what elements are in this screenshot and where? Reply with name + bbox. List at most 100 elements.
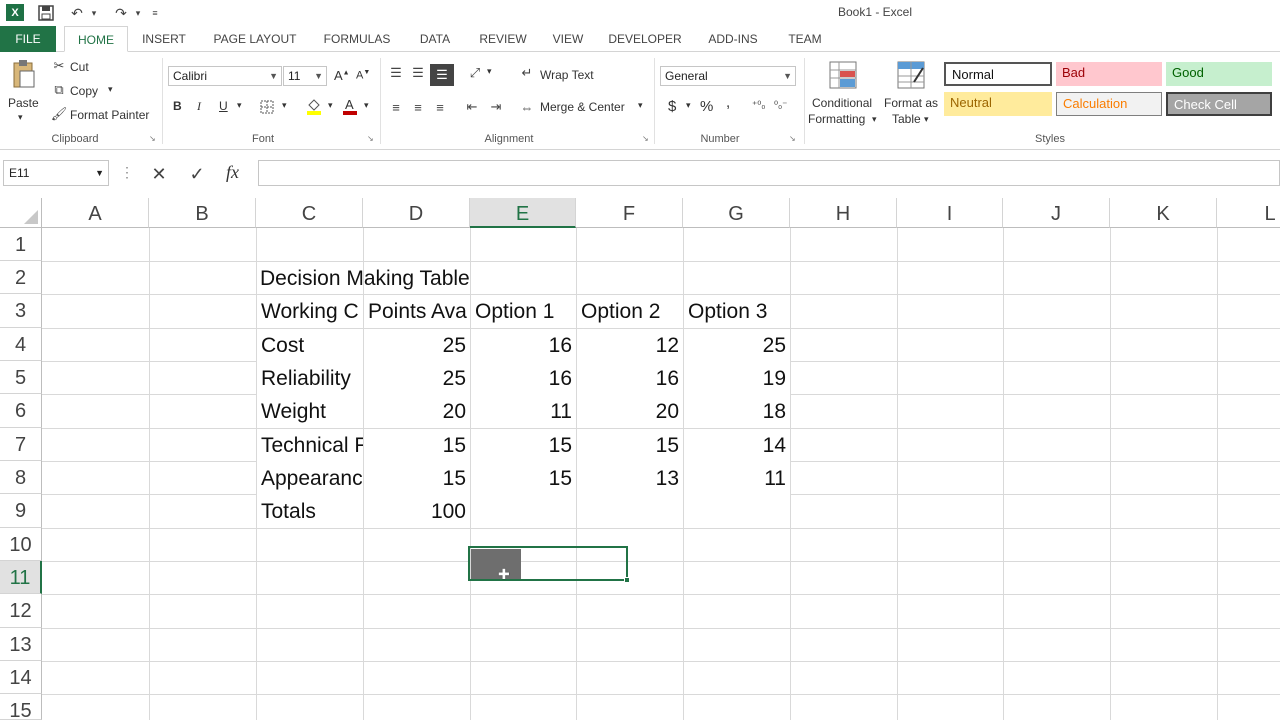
tab-insert[interactable]: INSERT (136, 26, 192, 52)
tab-developer[interactable]: DEVELOPER (604, 26, 686, 52)
borders-icon[interactable] (258, 98, 276, 116)
increase-decimal-icon[interactable]: ⁺⁰₀ (752, 100, 765, 111)
font-color-dropdown-icon[interactable]: ▾ (364, 100, 369, 111)
table-title-cell[interactable]: Decision Making Table (256, 262, 576, 295)
style-good[interactable]: Good (1166, 62, 1272, 86)
format-as-table-icon[interactable] (894, 58, 928, 92)
row-header-7[interactable]: 7 (0, 428, 42, 461)
paste-button[interactable]: Paste (8, 96, 39, 110)
paste-icon[interactable] (10, 58, 38, 90)
bold-button[interactable]: B (173, 99, 182, 113)
conditional-formatting-icon[interactable] (826, 58, 860, 92)
row-header-13[interactable]: 13 (0, 628, 42, 661)
header-cell-option-1[interactable]: Option 1 (471, 295, 576, 328)
points-cell[interactable]: 20 (364, 395, 470, 428)
wrap-text-button[interactable]: Wrap Text (540, 68, 594, 82)
copy-dropdown-icon[interactable]: ▾ (108, 84, 113, 95)
enter-icon[interactable]: ✓ (184, 162, 210, 186)
row-header-4[interactable]: 4 (0, 328, 42, 361)
insert-function-button[interactable]: fx (226, 162, 239, 183)
tab-view[interactable]: VIEW (546, 26, 590, 52)
option-3-cell[interactable]: 25 (684, 329, 790, 362)
fill-color-dropdown-icon[interactable]: ▾ (328, 100, 333, 111)
tab-team[interactable]: TEAM (780, 26, 830, 52)
column-header-a[interactable]: A (42, 198, 149, 228)
font-launcher-icon[interactable]: ↘ (367, 134, 374, 143)
underline-dropdown-icon[interactable]: ▾ (237, 100, 242, 111)
points-cell[interactable]: 25 (364, 362, 470, 395)
option-1-cell[interactable]: 15 (471, 429, 576, 462)
row-header-3[interactable]: 3 (0, 294, 42, 328)
paste-dropdown-icon[interactable]: ▾ (18, 112, 23, 123)
bottom-align-icon[interactable]: ☰ (430, 64, 454, 86)
middle-align-icon[interactable]: ☰ (408, 64, 428, 82)
format-painter-button[interactable]: Format Painter (70, 108, 149, 122)
orientation-dropdown-icon[interactable]: ▾ (487, 66, 492, 77)
criteria-cell[interactable]: Reliability (257, 362, 363, 395)
borders-dropdown-icon[interactable]: ▾ (282, 100, 287, 111)
option-1-cell[interactable]: 16 (471, 329, 576, 362)
clipboard-launcher-icon[interactable]: ↘ (149, 134, 156, 143)
style-check-cell[interactable]: Check Cell (1166, 92, 1272, 116)
column-header-f[interactable]: F (576, 198, 683, 228)
cut-icon[interactable]: ✂ (50, 58, 68, 74)
percent-button[interactable]: % (700, 98, 713, 115)
wrap-text-icon[interactable]: ↵ (518, 64, 536, 82)
style-calculation[interactable]: Calculation (1056, 92, 1162, 116)
font-size-select[interactable]: 11 ▼ (283, 66, 327, 86)
underline-button[interactable]: U (219, 99, 228, 113)
option-2-cell[interactable]: 20 (577, 395, 683, 428)
tab-home[interactable]: HOME (64, 26, 128, 52)
column-header-d[interactable]: D (363, 198, 470, 228)
conditional-formatting-dropdown-icon[interactable]: ▾ (872, 114, 877, 125)
format-as-table-dropdown-icon[interactable]: ▾ (924, 114, 929, 125)
points-cell[interactable]: 15 (364, 462, 470, 495)
column-header-i[interactable]: I (897, 198, 1003, 228)
italic-button[interactable]: I (197, 99, 201, 114)
column-header-l[interactable]: L (1217, 198, 1280, 228)
row-header-10[interactable]: 10 (0, 528, 42, 561)
totals-label-cell[interactable]: Totals (257, 495, 363, 528)
row-header-15[interactable]: 15 (0, 694, 42, 720)
tab-page-layout[interactable]: PAGE LAYOUT (206, 26, 304, 52)
criteria-cell[interactable]: Appearanc (257, 462, 363, 495)
option-1-cell[interactable]: 16 (471, 362, 576, 395)
tab-formulas[interactable]: FORMULAS (318, 26, 396, 52)
decrease-font-icon[interactable]: A▼ (356, 69, 370, 82)
criteria-cell[interactable]: Cost (257, 329, 363, 362)
currency-dropdown-icon[interactable]: ▾ (686, 100, 691, 111)
option-2-cell[interactable]: 16 (577, 362, 683, 395)
merge-center-button[interactable]: Merge & Center (540, 100, 625, 114)
tab-file[interactable]: FILE (0, 26, 56, 52)
option-3-cell[interactable]: 18 (684, 395, 790, 428)
row-header-12[interactable]: 12 (0, 594, 42, 628)
column-header-j[interactable]: J (1003, 198, 1110, 228)
criteria-cell[interactable]: Weight (257, 395, 363, 428)
format-as-table-label-1[interactable]: Format as (884, 96, 938, 110)
cancel-icon[interactable]: ✕ (146, 162, 172, 186)
cut-button[interactable]: Cut (70, 60, 89, 74)
option-3-cell[interactable]: 11 (684, 462, 790, 495)
format-as-table-label-2[interactable]: Table (892, 112, 921, 126)
row-header-11[interactable]: 11 (0, 561, 42, 594)
select-all-button[interactable] (0, 198, 42, 228)
copy-button[interactable]: Copy (70, 84, 98, 98)
formula-input[interactable] (258, 160, 1280, 186)
row-header-9[interactable]: 9 (0, 494, 42, 528)
header-cell-points-available[interactable]: Points Ava (364, 295, 470, 328)
decrease-indent-icon[interactable]: ⇤ (462, 98, 482, 116)
decrease-decimal-icon[interactable]: ⁰₀⁻ (774, 100, 787, 111)
align-right-icon[interactable]: ≡ (430, 98, 450, 116)
row-header-8[interactable]: 8 (0, 461, 42, 494)
orientation-icon[interactable]: ⤢ (464, 64, 486, 82)
totals-points-cell[interactable]: 100 (364, 495, 470, 528)
merge-center-icon[interactable]: ⇔ (518, 98, 536, 116)
conditional-formatting-label-2[interactable]: Formatting (808, 112, 865, 126)
number-launcher-icon[interactable]: ↘ (789, 134, 796, 143)
copy-icon[interactable]: ⧉ (50, 82, 68, 98)
row-header-6[interactable]: 6 (0, 394, 42, 428)
currency-button[interactable]: $ (668, 98, 676, 115)
font-color-icon[interactable]: A (340, 96, 360, 116)
column-header-e[interactable]: E (470, 198, 576, 228)
increase-indent-icon[interactable]: ⇥ (486, 98, 506, 116)
